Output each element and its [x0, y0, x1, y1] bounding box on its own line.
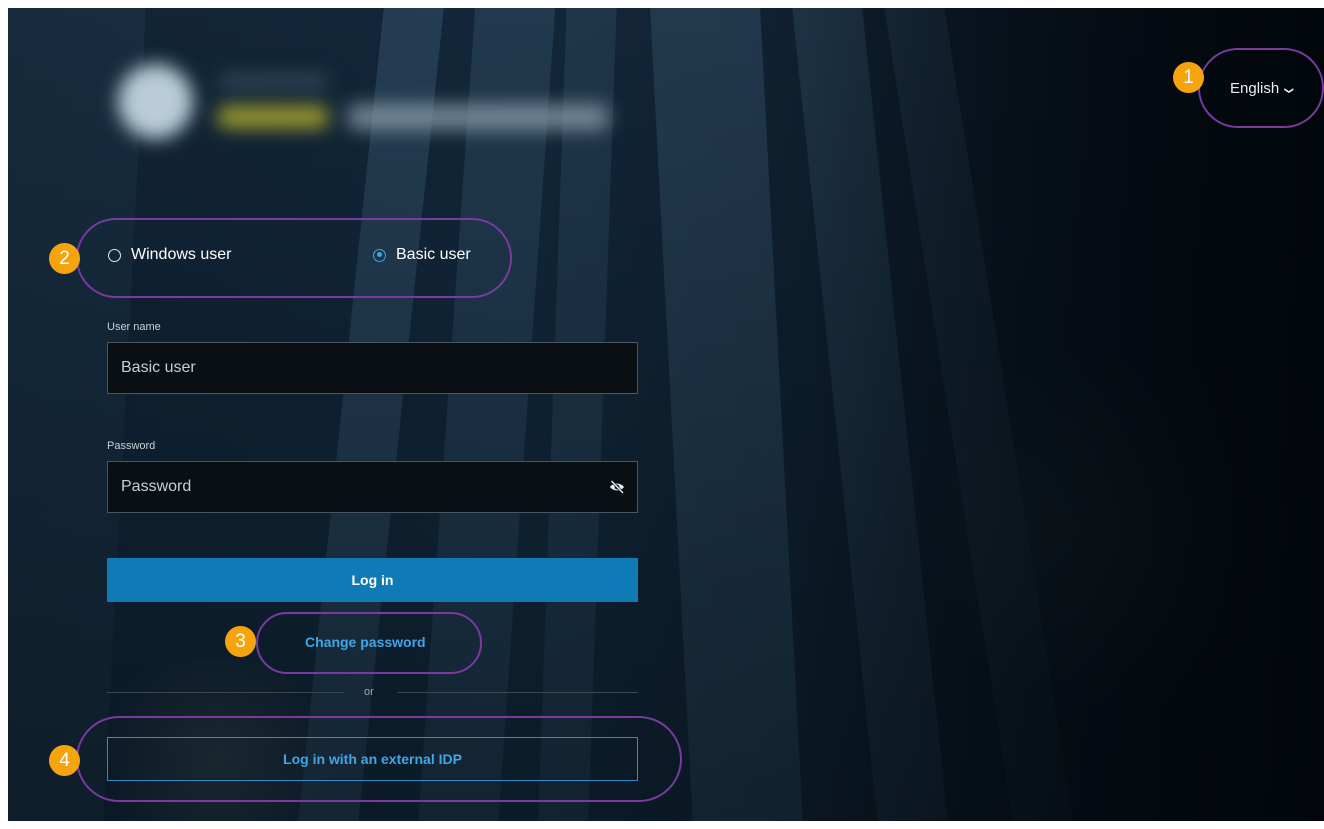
external-idp-button[interactable]: Log in with an external IDP [107, 737, 638, 781]
password-placeholder: Password [121, 478, 192, 495]
language-selector[interactable]: English ❯ [1230, 80, 1295, 97]
radio-label-basic: Basic user [396, 246, 471, 263]
divider-left [107, 692, 344, 693]
radio-label-windows: Windows user [131, 246, 232, 263]
callout-badge-4: 4 [49, 745, 80, 776]
password-field[interactable]: Password [107, 461, 638, 513]
callout-badge-2: 2 [49, 243, 80, 274]
chevron-down-icon: ❯ [1284, 86, 1295, 95]
callout-badge-3: 3 [225, 626, 256, 657]
radio-button-unselected[interactable] [108, 248, 121, 262]
username-label: User name [107, 321, 161, 333]
password-label: Password [107, 440, 156, 452]
divider-right [398, 692, 638, 693]
login-screen [8, 8, 1324, 821]
username-field[interactable]: Basic user [107, 342, 638, 394]
eye-off-icon[interactable] [609, 479, 625, 495]
change-password-link[interactable]: Change password [305, 634, 426, 650]
language-label: English [1230, 80, 1280, 97]
radio-windows-user[interactable]: Windows user [108, 246, 231, 264]
or-separator: or [364, 686, 374, 698]
radio-basic-user[interactable]: Basic user [373, 246, 471, 264]
brand-logo [108, 46, 628, 166]
radio-button-selected[interactable] [373, 248, 386, 262]
callout-badge-1: 1 [1173, 62, 1204, 93]
login-button[interactable]: Log in [107, 558, 638, 602]
